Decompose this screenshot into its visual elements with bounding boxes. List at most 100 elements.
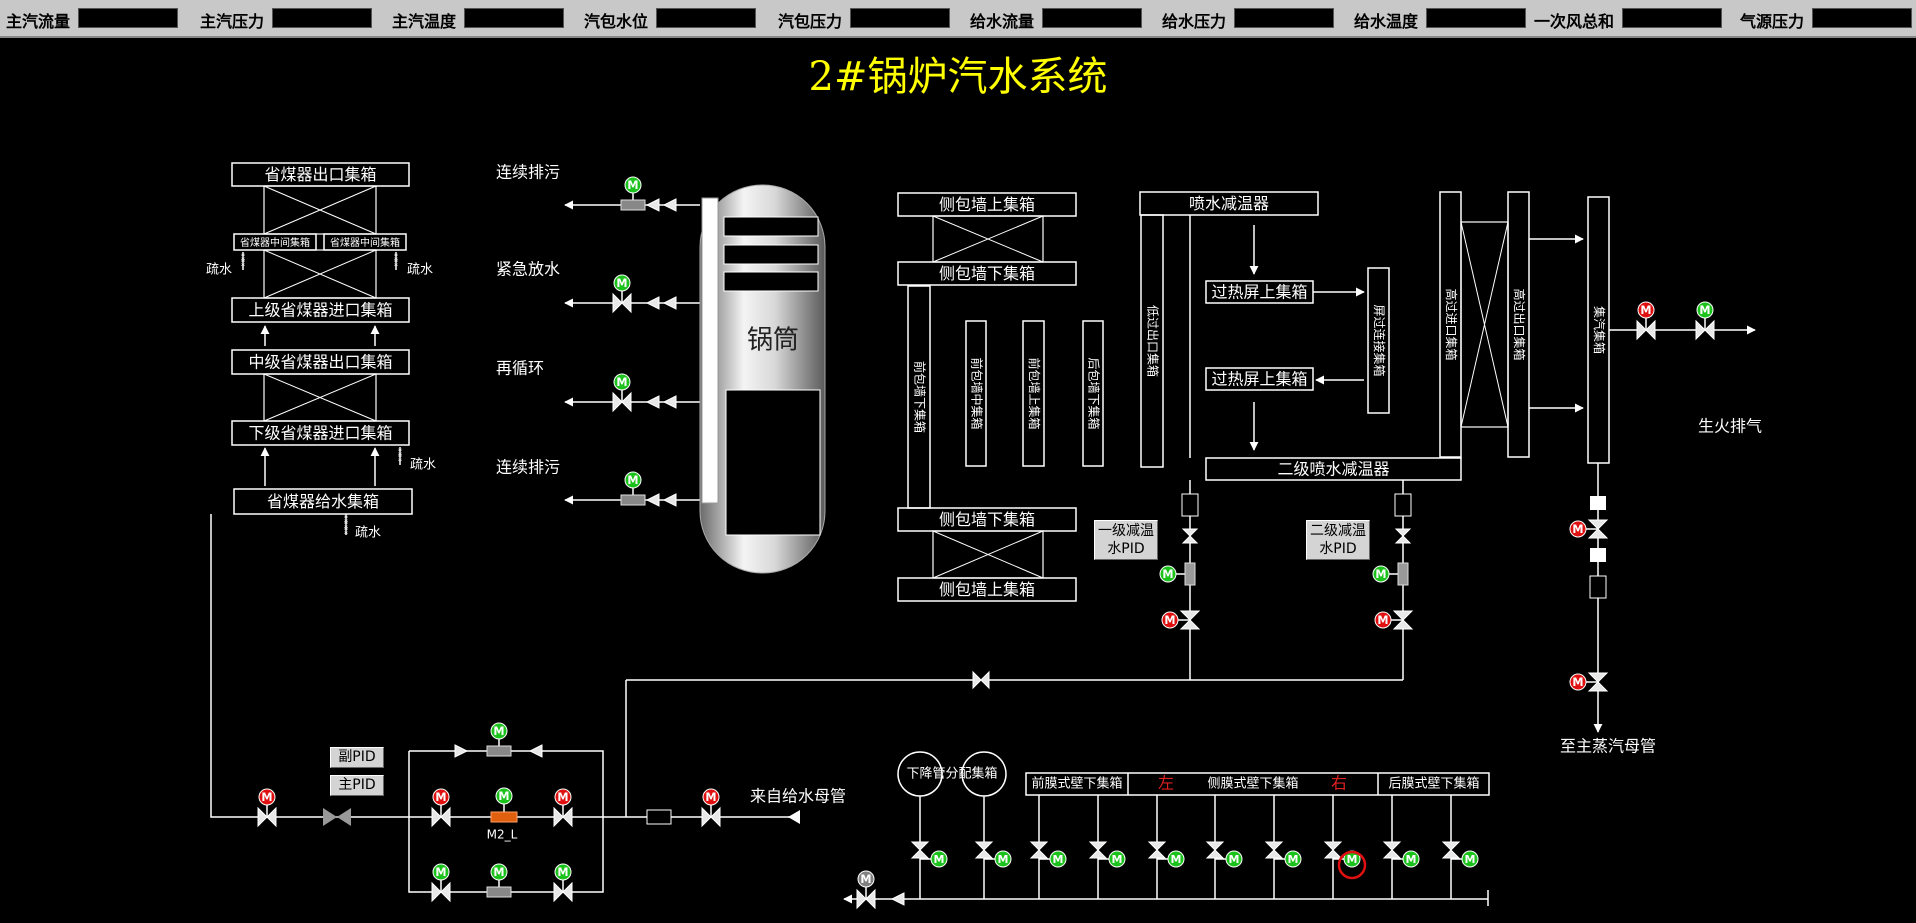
svg-text:M: M [1112, 853, 1123, 866]
motor-icon[interactable]: M [624, 176, 642, 194]
motor-icon[interactable]: M [258, 788, 276, 806]
check-valve-icon [454, 744, 469, 758]
motor-icon[interactable]: M [554, 863, 572, 881]
regulating-valve-icon[interactable] [620, 199, 646, 211]
downcomer-label: 下降管分配集箱 [906, 766, 997, 782]
main-pid-button[interactable]: 主PID [330, 775, 384, 796]
motor-icon[interactable]: M [1225, 850, 1243, 868]
check-valve-icon [890, 892, 905, 906]
svg-text:M: M [1572, 523, 1583, 536]
svg-text:M: M [1406, 853, 1417, 866]
svg-text:M: M [1347, 853, 1358, 866]
valve-body-icon [1181, 528, 1199, 544]
motor-icon[interactable]: M [1161, 611, 1179, 629]
check-valve-icon [662, 395, 677, 409]
attemperator2-header-label: 二级喷水减温器 [1277, 460, 1389, 479]
svg-text:M: M [1572, 676, 1583, 689]
motor-icon[interactable]: M [1284, 850, 1302, 868]
motor-icon[interactable]: M [432, 788, 450, 806]
lt-outlet-header-label: 低过出口集箱 [1146, 305, 1161, 377]
startup-vent-label: 生火排气 [1698, 417, 1762, 436]
flange-icon [1590, 496, 1606, 510]
svg-text:M: M [435, 791, 446, 804]
valve-body-icon [1382, 841, 1402, 859]
attemperator1-header-label: 喷水减温器 [1189, 194, 1269, 213]
check-valve-icon [323, 808, 337, 826]
motor-icon[interactable]: M [1696, 301, 1714, 319]
svg-text:M: M [1229, 853, 1240, 866]
motor-icon[interactable]: M [994, 850, 1012, 868]
drum-level-bar [723, 216, 819, 237]
rear-membrane-label: 后膜式壁下集箱 [1388, 776, 1479, 792]
valve-body-icon [1394, 528, 1412, 544]
drum-label: 锅筒 [747, 326, 799, 356]
check-valve-icon [645, 395, 660, 409]
drain-label: 疏水 [410, 458, 436, 473]
regulating-valve-icon[interactable] [486, 886, 512, 898]
inlet-arrow-icon [788, 810, 800, 824]
side-wall-upper-header-label: 侧包墙上集箱 [939, 195, 1035, 214]
regulating-valve-icon[interactable] [1397, 562, 1409, 586]
attemperator1-pid-button[interactable]: 一级减温水PID [1094, 520, 1158, 560]
motor-icon[interactable]: M [613, 373, 631, 391]
check-valve-icon [662, 296, 677, 310]
front-wall-lower-header-label: 前包墙下集箱 [913, 361, 928, 433]
motor-icon[interactable]: M [432, 863, 450, 881]
attemperator2-pid-button[interactable]: 二级减温水PID [1306, 520, 1370, 560]
valve-body-icon [1205, 841, 1225, 859]
flange-icon [1590, 548, 1606, 562]
feedwater-inlet-label: 来自给水母管 [750, 787, 846, 806]
motor-icon[interactable]: M [1372, 565, 1390, 583]
motor-icon[interactable]: M [857, 870, 875, 888]
motor-icon[interactable]: M [1167, 850, 1185, 868]
drain-icon: ⁑ [398, 453, 402, 464]
motor-icon[interactable]: M [702, 788, 720, 806]
motor-icon[interactable]: M [1637, 301, 1655, 319]
motor-icon[interactable]: M [1461, 850, 1479, 868]
drain-icon: ⁑ [394, 258, 398, 269]
drain-icon: ⁑ [344, 526, 348, 537]
regulating-valve-icon[interactable] [490, 811, 518, 823]
valve-body-icon [1147, 841, 1167, 859]
side-membrane-label: 侧膜式壁下集箱 [1207, 776, 1298, 792]
to-main-steam-label: 至主蒸汽母管 [1560, 737, 1656, 756]
ht-inlet-header-label: 高过进口集箱 [1444, 288, 1459, 360]
drain-label: 疏水 [355, 526, 381, 541]
screen-upper-header-label: 过热屏上集箱 [1211, 370, 1307, 389]
orifice-icon [1589, 575, 1607, 599]
motor-icon[interactable]: M [1159, 565, 1177, 583]
continuous-blowdown-label: 连续排污 [496, 163, 560, 182]
right-side-label: 右 [1331, 774, 1347, 793]
motor-icon[interactable]: M [1569, 520, 1587, 538]
regulating-valve-icon[interactable] [620, 494, 646, 506]
svg-text:M: M [1053, 853, 1064, 866]
motor-icon[interactable]: M [930, 850, 948, 868]
regulating-valve-icon[interactable] [1184, 562, 1196, 586]
regulating-valve-icon[interactable] [486, 745, 512, 757]
drum-water-display [725, 389, 821, 536]
motor-icon[interactable]: M [490, 722, 508, 740]
drain-icon: ⁑ [241, 258, 245, 269]
rear-wall-lower-header-label: 后包墙下集箱 [1087, 357, 1102, 429]
motor-icon[interactable]: M [1374, 611, 1392, 629]
aux-pid-button[interactable]: 副PID [330, 747, 384, 768]
svg-text:M: M [627, 474, 638, 487]
motor-icon[interactable]: M [1569, 673, 1587, 691]
economizer-upper-inlet-header-label: 上级省煤器进口集箱 [248, 301, 392, 320]
svg-text:M: M [557, 866, 568, 879]
motor-icon[interactable]: M [1049, 850, 1067, 868]
svg-text:M: M [1377, 614, 1388, 627]
economizer-outlet-header-label: 省煤器出口集箱 [264, 165, 376, 184]
emergency-drain-label: 紧急放水 [496, 260, 560, 279]
svg-text:M: M [1162, 568, 1173, 581]
motor-icon[interactable]: M [613, 274, 631, 292]
side-wall-upper-header-label: 侧包墙上集箱 [939, 580, 1035, 599]
motor-icon[interactable]: M [554, 788, 572, 806]
motor-icon[interactable]: M [624, 471, 642, 489]
motor-icon[interactable]: M [1108, 850, 1126, 868]
svg-text:M: M [493, 725, 504, 738]
svg-text:M: M [705, 791, 716, 804]
motor-icon[interactable]: M [490, 863, 508, 881]
motor-icon[interactable]: M [1402, 850, 1420, 868]
motor-icon[interactable]: M [495, 787, 513, 805]
